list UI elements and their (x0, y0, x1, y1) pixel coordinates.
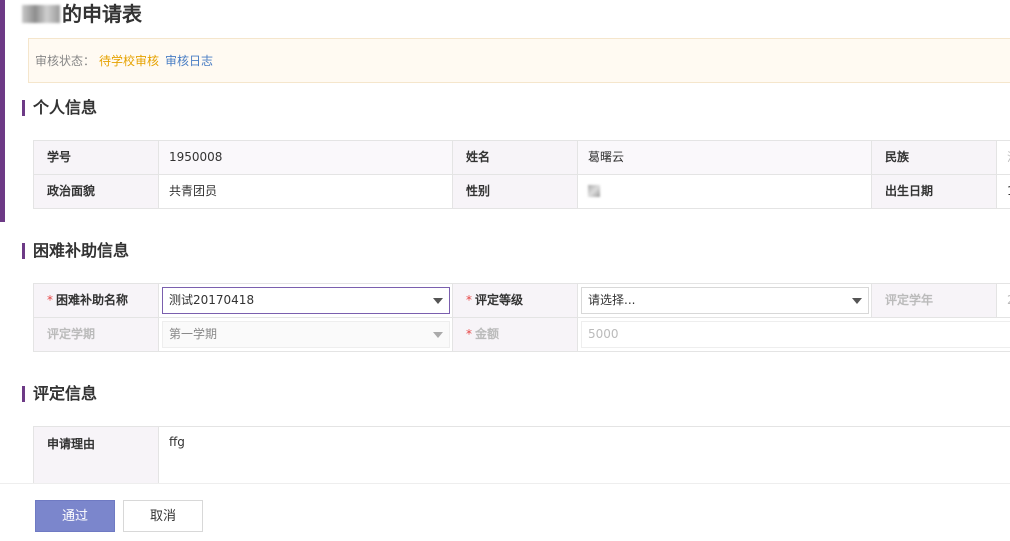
amount-cell: 5000 (577, 318, 1010, 351)
gender-value (577, 175, 871, 208)
subsidy-name-label: * 困难补助名称 (33, 284, 158, 317)
year-value: 2 (996, 284, 1010, 317)
chevron-down-icon (433, 298, 443, 304)
personal-info-table: 学号 1950008 姓名 葛曙云 民族 汉 政治面貌 共青团员 性别 出生日期… (33, 140, 1010, 209)
left-accent-bar (0, 0, 5, 222)
term-cell: 第一学期 (158, 318, 452, 351)
grade-label: * 评定等级 (452, 284, 577, 317)
ethnicity-label: 民族 (871, 141, 996, 174)
footer-divider (0, 483, 1010, 484)
section-bar (22, 100, 25, 116)
section-bar (22, 386, 25, 402)
grade-select[interactable]: 请选择... (581, 287, 869, 314)
required-mark: * (466, 293, 472, 307)
name-label: 姓名 (452, 141, 577, 174)
gender-label: 性别 (452, 175, 577, 208)
amount-input[interactable]: 5000 (581, 321, 1010, 348)
grade-cell: 请选择... (577, 284, 871, 317)
reason-value: ffg (158, 427, 1010, 484)
birth-label: 出生日期 (871, 175, 996, 208)
cancel-button[interactable]: 取消 (123, 500, 203, 532)
politics-value: 共青团员 (158, 175, 452, 208)
redacted-gender (588, 185, 600, 197)
student-id-label: 学号 (33, 141, 158, 174)
subsidy-name-cell: 测试20170418 (158, 284, 452, 317)
ethnicity-value: 汉 (996, 141, 1010, 174)
redacted-name (22, 5, 60, 23)
required-mark: * (47, 293, 53, 307)
audit-log-link[interactable]: 审核日志 (165, 54, 213, 68)
table-row: 申请理由 ffg (33, 427, 1010, 484)
chevron-down-icon (852, 298, 862, 304)
table-row: *困难补助名称 测试20170418 *评定等级 请选择... 评定学年 2 (33, 284, 1010, 318)
required-mark: * (466, 327, 472, 341)
audit-status-box: 审核状态： 待学校审核 审核日志 (28, 38, 1010, 83)
evaluation-table: 申请理由 ffg (33, 426, 1010, 484)
subsidy-name-select[interactable]: 测试20170418 (162, 287, 450, 314)
term-label: 评定学期 (33, 318, 158, 351)
subsidy-info-table: *困难补助名称 测试20170418 *评定等级 请选择... 评定学年 2 评… (33, 283, 1010, 352)
audit-status-line: 审核状态： 待学校审核 审核日志 (35, 39, 213, 84)
pass-button[interactable]: 通过 (35, 500, 115, 532)
table-row: 学号 1950008 姓名 葛曙云 民族 汉 (33, 141, 1010, 175)
name-value: 葛曙云 (577, 141, 871, 174)
birth-value: 1 (996, 175, 1010, 208)
section-bar (22, 243, 25, 259)
amount-label: * 金额 (452, 318, 577, 351)
table-row: 评定学期 第一学期 * 金额 5000 (33, 318, 1010, 352)
table-row: 政治面貌 共青团员 性别 出生日期 1 (33, 175, 1010, 209)
audit-status-value: 待学校审核 (99, 54, 160, 68)
chevron-down-icon (433, 332, 443, 338)
student-id-value: 1950008 (158, 141, 452, 174)
reason-label: 申请理由 (33, 427, 158, 484)
term-select[interactable]: 第一学期 (162, 321, 450, 348)
year-label: 评定学年 (871, 284, 996, 317)
page-title: 的申请表 (22, 0, 142, 30)
audit-status-label: 审核状态： (35, 54, 96, 68)
politics-label: 政治面貌 (33, 175, 158, 208)
